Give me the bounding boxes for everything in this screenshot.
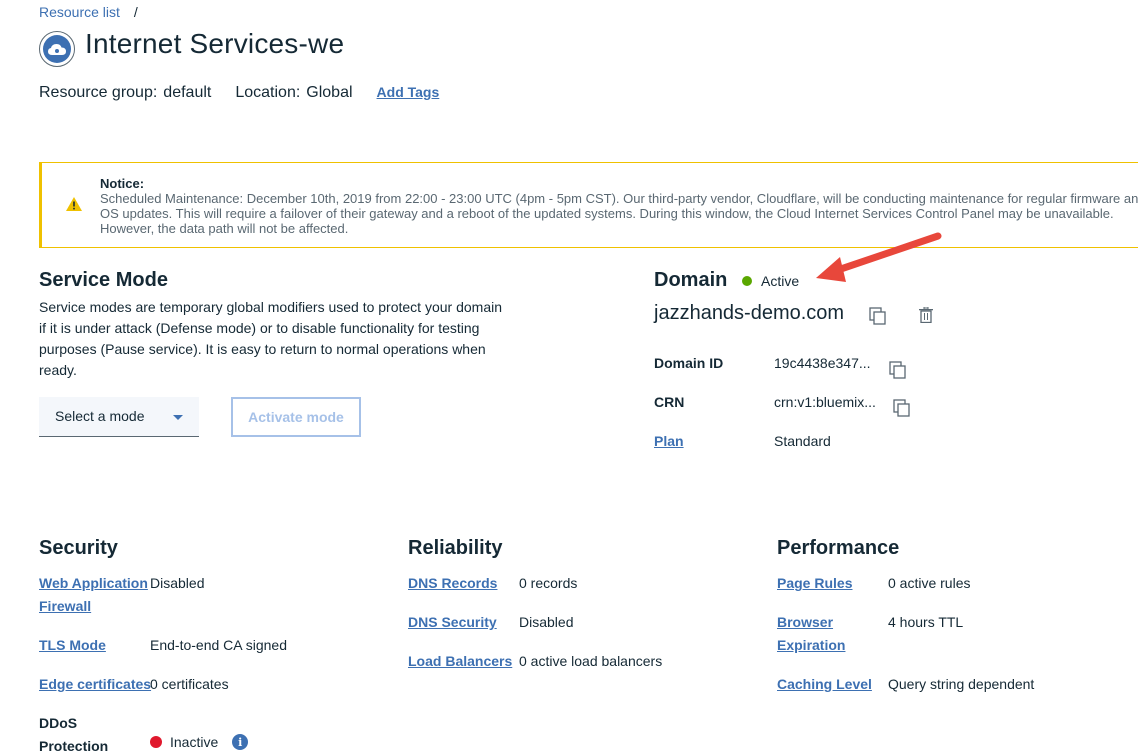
edge-certificates-link[interactable]: Edge certificates xyxy=(39,673,151,696)
domain-status-text: Active xyxy=(761,273,800,289)
tls-mode-value: End-to-end CA signed xyxy=(150,637,287,653)
edge-certificates-value: 0 certificates xyxy=(150,676,229,692)
browser-expiration-value: 4 hours TTL xyxy=(888,614,964,630)
ddos-status-text: Inactive xyxy=(170,734,219,750)
copy-crn-icon[interactable] xyxy=(893,399,911,417)
crn-label: CRN xyxy=(654,394,685,410)
performance-title: Performance xyxy=(777,537,900,559)
ddos-label-line-2: Protection xyxy=(39,738,109,751)
page-rules-value: 0 active rules xyxy=(888,575,971,591)
service-mode-title: Service Mode xyxy=(39,269,168,291)
maintenance-notice: Notice: Scheduled Maintenance: December … xyxy=(39,162,1138,248)
chevron-down-icon xyxy=(173,415,183,420)
mode-select[interactable]: Select a mode xyxy=(39,397,199,437)
location-label: Location: xyxy=(235,84,301,101)
domain-title: Domain xyxy=(654,269,728,291)
ddos-label: DDoS Protection xyxy=(39,712,108,751)
inactive-dot-icon xyxy=(150,736,162,748)
copy-domain-icon[interactable] xyxy=(869,307,887,325)
add-tags-link[interactable]: Add Tags xyxy=(377,84,440,100)
status-dot-icon xyxy=(742,276,752,286)
page-title: Internet Services-we xyxy=(85,28,345,59)
waf-link[interactable]: Web Application Firewall xyxy=(39,572,148,618)
caching-level-value: Query string dependent xyxy=(888,676,1035,692)
breadcrumb: Resource list / xyxy=(39,4,138,20)
ddos-status: Inactive i xyxy=(150,734,249,750)
notice-title: Notice: xyxy=(100,176,145,191)
caching-level-link[interactable]: Caching Level xyxy=(777,673,872,696)
load-balancers-link[interactable]: Load Balancers xyxy=(408,650,512,673)
service-mode-description: Service modes are temporary global modif… xyxy=(39,299,502,378)
dns-security-link[interactable]: DNS Security xyxy=(408,611,497,634)
page-rules-link[interactable]: Page Rules xyxy=(777,572,852,595)
browser-expiration-line-2: Expiration xyxy=(777,637,846,653)
load-balancers-value: 0 active load balancers xyxy=(519,653,663,669)
trash-icon[interactable] xyxy=(919,307,933,323)
location-value: Global xyxy=(306,84,353,101)
dns-security-value: Disabled xyxy=(519,614,574,630)
crn-value: crn:v1:bluemix... xyxy=(774,394,876,410)
ddos-label-line-1: DDoS xyxy=(39,715,78,731)
plan-value: Standard xyxy=(774,433,831,449)
browser-expiration-link[interactable]: Browser Expiration xyxy=(777,611,845,657)
waf-value: Disabled xyxy=(150,575,205,591)
resource-group-label: Resource group: xyxy=(39,84,158,101)
breadcrumb-separator: / xyxy=(133,4,138,20)
notice-body: Scheduled Maintenance: December 10th, 20… xyxy=(100,191,1138,236)
resource-meta: Resource group: default Location: Global… xyxy=(39,84,439,102)
security-title: Security xyxy=(39,537,118,559)
domain-status: Active xyxy=(742,273,799,289)
domain-name: jazzhands-demo.com xyxy=(654,302,845,324)
mode-select-value: Select a mode xyxy=(55,408,145,424)
reliability-title: Reliability xyxy=(408,537,503,559)
domain-id-value: 19c4438e347... xyxy=(774,355,871,371)
activate-mode-button[interactable]: Activate mode xyxy=(231,397,361,437)
dns-records-link[interactable]: DNS Records xyxy=(408,572,497,595)
copy-domain-id-icon[interactable] xyxy=(889,361,907,379)
warning-icon xyxy=(66,197,82,211)
waf-link-line-2: Firewall xyxy=(39,598,92,614)
info-icon[interactable]: i xyxy=(232,734,249,750)
waf-link-line-1: Web Application xyxy=(39,575,148,591)
cloud-services-icon xyxy=(39,31,75,67)
browser-expiration-line-1: Browser xyxy=(777,614,834,630)
tls-mode-link[interactable]: TLS Mode xyxy=(39,634,106,657)
resource-group-value: default xyxy=(163,84,212,101)
dns-records-value: 0 records xyxy=(519,575,578,591)
plan-link[interactable]: Plan xyxy=(654,433,684,449)
domain-id-label: Domain ID xyxy=(654,355,724,371)
annotation-arrow-icon xyxy=(816,232,942,282)
breadcrumb-resource-list-link[interactable]: Resource list xyxy=(39,4,120,20)
